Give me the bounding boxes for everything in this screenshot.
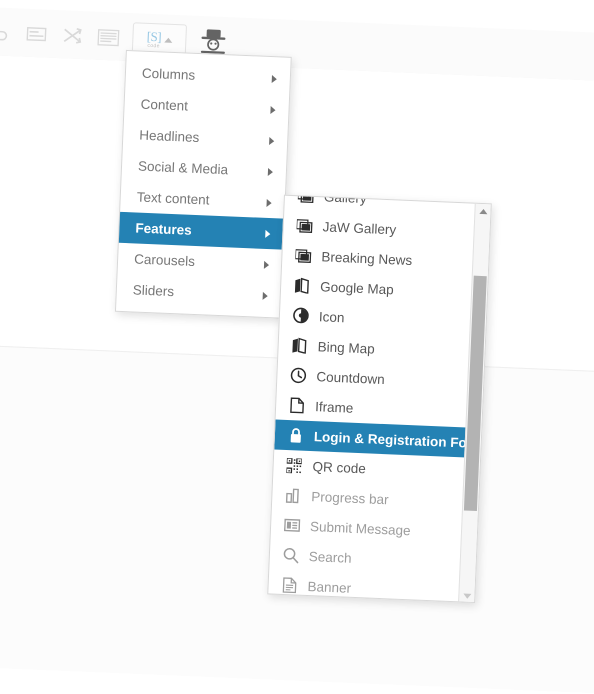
bar-chart-icon — [283, 485, 303, 505]
submenu-item-label: Progress bar — [311, 488, 389, 507]
chevron-right-icon — [267, 167, 274, 176]
submenu-item-label: Search — [308, 548, 352, 566]
search-icon — [281, 545, 301, 565]
scroll-up-button[interactable] — [475, 204, 491, 220]
submenu-viewport: Gallery JaW Gallery Breaking News Google… — [268, 195, 477, 603]
menu-item-label: Headlines — [139, 127, 200, 146]
menu-item-label: Sliders — [132, 282, 175, 300]
shuffle-icon[interactable] — [60, 24, 85, 47]
submenu-item-label: QR code — [312, 458, 367, 476]
chevron-right-icon — [270, 105, 276, 114]
submenu-item-label: Submit Message — [309, 518, 411, 538]
submenu-item-label: Icon — [318, 308, 345, 325]
chevron-right-icon — [271, 74, 278, 83]
submenu-item-label: Iframe — [314, 398, 354, 416]
chevron-right-icon — [263, 260, 270, 269]
lock-icon — [286, 425, 306, 445]
gallery-icon — [293, 246, 313, 266]
map-icon — [289, 336, 309, 356]
submenu-list: Gallery JaW Gallery Breaking News Google… — [268, 195, 477, 603]
submenu-item-label: Breaking News — [321, 248, 413, 268]
menu-item-label: Features — [135, 220, 193, 238]
block-category-menu[interactable]: Columns Content Headlines Social & Media… — [114, 49, 292, 319]
chevron-up-icon[interactable] — [163, 37, 173, 43]
submenu-item-label: Countdown — [316, 368, 385, 387]
code-caption: code — [147, 42, 160, 49]
text-block-icon[interactable] — [96, 26, 121, 49]
submenu-item-label: JaW Gallery — [322, 218, 397, 237]
document-icon — [279, 575, 299, 595]
message-icon — [282, 515, 302, 535]
app-stage: [S] code Columns Content Headlines Socia… — [0, 0, 594, 694]
circle-dot-icon — [291, 306, 311, 326]
submenu-item-label: Bing Map — [317, 338, 375, 357]
code-mark: [S] code — [146, 28, 162, 49]
page-icon — [287, 395, 307, 415]
gallery-icon — [296, 195, 316, 206]
chevron-right-icon — [269, 136, 275, 145]
menu-item-sliders[interactable]: Sliders — [116, 274, 281, 312]
triangle-up-icon — [478, 208, 488, 215]
list-block-icon[interactable] — [24, 23, 49, 46]
undo-icon[interactable] — [0, 21, 13, 44]
menu-item-label: Text content — [136, 189, 210, 208]
submenu-item-label: Gallery — [323, 195, 367, 206]
qr-code-icon — [284, 455, 304, 475]
menu-item-label: Content — [140, 96, 189, 114]
submenu-item-label: Login & Registration Form — [313, 428, 477, 451]
map-icon — [292, 276, 312, 296]
triangle-down-icon — [462, 593, 471, 599]
chevron-right-icon — [266, 198, 272, 207]
menu-item-label: Social & Media — [137, 158, 229, 178]
gallery-icon — [294, 216, 314, 236]
features-submenu[interactable]: Gallery JaW Gallery Breaking News Google… — [267, 194, 492, 604]
submenu-item-label: Google Map — [319, 278, 394, 297]
submenu-item-label: Banner — [307, 578, 352, 596]
code-symbol: [S] — [146, 28, 162, 44]
clock-icon — [288, 366, 308, 386]
spy-icon[interactable] — [198, 27, 229, 56]
chevron-right-icon — [262, 291, 268, 300]
menu-item-label: Columns — [141, 65, 196, 83]
scroll-down-button[interactable] — [459, 588, 475, 603]
chevron-right-icon — [265, 229, 271, 238]
menu-item-label: Carousels — [133, 251, 196, 269]
